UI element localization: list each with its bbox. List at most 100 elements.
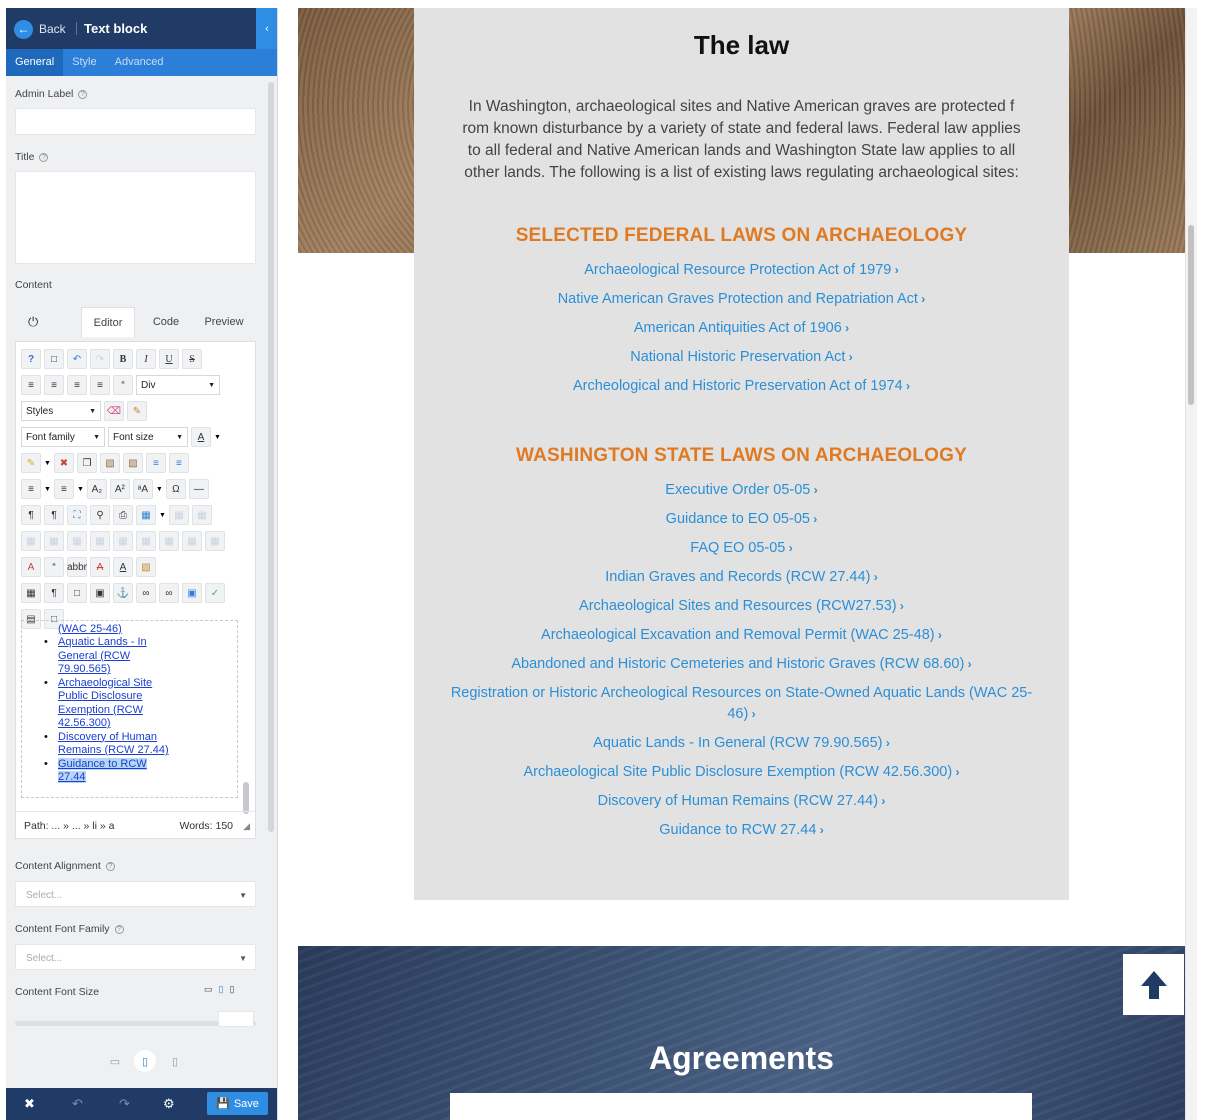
blockquote-icon[interactable]: “ [113, 375, 133, 395]
unlink-icon[interactable]: ∞ [159, 583, 179, 603]
content-list-line[interactable]: (WAC 25-46) [32, 623, 232, 637]
superscript-icon[interactable]: A² [109, 479, 130, 499]
state-link[interactable]: Guidance to RCW 27.44 › [444, 820, 1039, 841]
font-family-select[interactable]: Font family ▼ [21, 427, 105, 447]
case-icon[interactable]: ᵃA [132, 479, 153, 499]
settings-gear-icon[interactable]: ⚙ [163, 1096, 175, 1112]
content-list-line[interactable]: General (RCW [32, 650, 232, 664]
help-icon[interactable]: ? [114, 924, 124, 934]
strikethrough-icon[interactable]: S [182, 349, 202, 369]
content-list-line[interactable]: 79.90.565) [32, 663, 232, 677]
undo-icon[interactable]: ↶ [67, 349, 87, 369]
eraser-icon[interactable]: ⌫ [104, 401, 124, 421]
federal-link[interactable]: Archaeological Resource Protection Act o… [444, 260, 1039, 281]
tab-general[interactable]: General [6, 49, 64, 76]
paste-icon[interactable]: ▧ [99, 453, 120, 473]
state-link[interactable]: Registration or Historic Archeological R… [444, 683, 1039, 725]
merge-cell-icon[interactable]: ▦ [182, 531, 202, 551]
bold-icon[interactable]: B [113, 349, 133, 369]
state-link[interactable]: Abandoned and Historic Cemeteries and Hi… [444, 654, 1039, 675]
special-char-icon[interactable]: Ω [165, 479, 186, 499]
page-scrollbar-thumb[interactable] [1188, 225, 1194, 405]
spellcheck-icon[interactable]: A [21, 557, 41, 577]
attributes-icon[interactable]: ▧ [136, 557, 156, 577]
text-color-icon[interactable]: A [191, 427, 211, 447]
col-after-icon[interactable]: ▦ [113, 531, 133, 551]
tab-preview[interactable]: Preview [195, 307, 253, 337]
content-list-line[interactable]: • Archaeological Site [32, 677, 232, 691]
align-left-icon[interactable]: ≡ [21, 375, 41, 395]
caret-down-icon[interactable]: ▼ [44, 486, 51, 493]
back-button[interactable]: ← Back [14, 19, 66, 39]
redo-icon[interactable]: ↷ [119, 1096, 130, 1112]
citation-icon[interactable]: “ [44, 557, 64, 577]
image-icon[interactable]: ▣ [90, 583, 110, 603]
tablet-icon[interactable]: ▯ [219, 984, 224, 995]
subscript-icon[interactable]: A₂ [86, 479, 107, 499]
state-link[interactable]: Executive Order 05-05 › [444, 480, 1039, 501]
state-link[interactable]: Guidance to EO 05-05 › [444, 509, 1039, 530]
help-icon[interactable]: ? [21, 349, 41, 369]
abbreviation-icon[interactable]: abbr [67, 557, 87, 577]
styles-select[interactable]: Styles ▼ [21, 401, 101, 421]
federal-link[interactable]: National Historic Preservation Act › [444, 347, 1039, 368]
caret-down-icon[interactable]: ▼ [159, 512, 166, 519]
title-textarea[interactable] [15, 171, 256, 264]
content-list-line[interactable]: Public Disclosure [32, 690, 232, 704]
content-list-line[interactable]: • Aquatic Lands - In [32, 636, 232, 650]
content-list-line[interactable]: 27.44 [32, 771, 232, 785]
font-size-select[interactable]: Font size ▼ [108, 427, 188, 447]
federal-link[interactable]: Archeological and Historic Preservation … [444, 376, 1039, 397]
format-select[interactable]: Div ▼ [136, 375, 220, 395]
save-button[interactable]: 💾 Save [207, 1092, 268, 1115]
paste-text-icon[interactable]: ▧ [122, 453, 143, 473]
table-icon[interactable]: ▦ [136, 505, 156, 525]
tab-advanced[interactable]: Advanced [106, 49, 173, 76]
spell-check-icon[interactable]: ✓ [205, 583, 225, 603]
help-icon[interactable]: ? [105, 861, 115, 871]
panel-scrollbar[interactable] [268, 82, 274, 832]
page-scrollbar[interactable] [1185, 8, 1197, 1120]
content-alignment-select[interactable]: Select... ▼ [15, 881, 256, 907]
desktop-icon[interactable]: ▭ [106, 1053, 124, 1069]
media-icon[interactable]: ▣ [182, 583, 202, 603]
content-list-line[interactable]: Remains (RCW 27.44) [32, 744, 232, 758]
template-icon[interactable]: □ [67, 583, 87, 603]
tablet-icon[interactable]: ▯ [134, 1050, 156, 1072]
align-right-icon[interactable]: ≡ [67, 375, 87, 395]
delete-table-icon[interactable]: ▦ [205, 531, 225, 551]
col-before-icon[interactable]: ▦ [90, 531, 110, 551]
find-replace-icon[interactable]: ⚲ [90, 505, 110, 525]
tab-style[interactable]: Style [63, 49, 105, 76]
federal-link[interactable]: American Antiquities Act of 1906 › [444, 318, 1039, 339]
tab-editor[interactable]: Editor [81, 307, 135, 337]
delete-row-icon[interactable]: ▦ [67, 531, 87, 551]
content-list-line[interactable]: 42.56.300) [32, 717, 232, 731]
collapse-panel-button[interactable]: ‹ [256, 8, 277, 49]
redo-icon[interactable]: ↷ [90, 349, 110, 369]
rtl-icon[interactable]: ¶ [44, 505, 64, 525]
editor-content[interactable]: Owned Aquatic Lands(WAC 25-46) • Aquatic L… [21, 620, 238, 798]
highlight-icon[interactable]: ✎ [21, 453, 41, 473]
caret-down-icon[interactable]: ▼ [156, 486, 163, 493]
content-list-line[interactable]: Exemption (RCW [32, 704, 232, 718]
table-cell-icon[interactable]: ▦ [191, 505, 212, 525]
content-list-line[interactable]: • Discovery of Human [32, 731, 232, 745]
delete-col-icon[interactable]: ▦ [136, 531, 156, 551]
italic-icon[interactable]: I [136, 349, 156, 369]
mobile-icon[interactable]: ▯ [166, 1053, 184, 1069]
font-size-input[interactable] [218, 1011, 254, 1027]
split-cell-icon[interactable]: ▦ [159, 531, 179, 551]
state-link[interactable]: Archaeological Sites and Resources (RCW2… [444, 596, 1039, 617]
align-justify-icon[interactable]: ≡ [90, 375, 110, 395]
strike-text-icon[interactable]: A [90, 557, 110, 577]
caret-down-icon[interactable]: ▼ [77, 486, 84, 493]
bullet-list-icon[interactable]: ≡ [53, 479, 74, 499]
content-font-family-select[interactable]: Select... ▼ [15, 944, 256, 970]
help-icon[interactable]: ? [39, 152, 49, 162]
power-icon[interactable]: ⏻ [28, 314, 38, 330]
state-link[interactable]: Indian Graves and Records (RCW 27.44) › [444, 567, 1039, 588]
content-list-line[interactable]: • Guidance to RCW [32, 757, 232, 772]
paragraph-icon[interactable]: ¶ [44, 583, 64, 603]
tab-code[interactable]: Code [139, 307, 193, 337]
